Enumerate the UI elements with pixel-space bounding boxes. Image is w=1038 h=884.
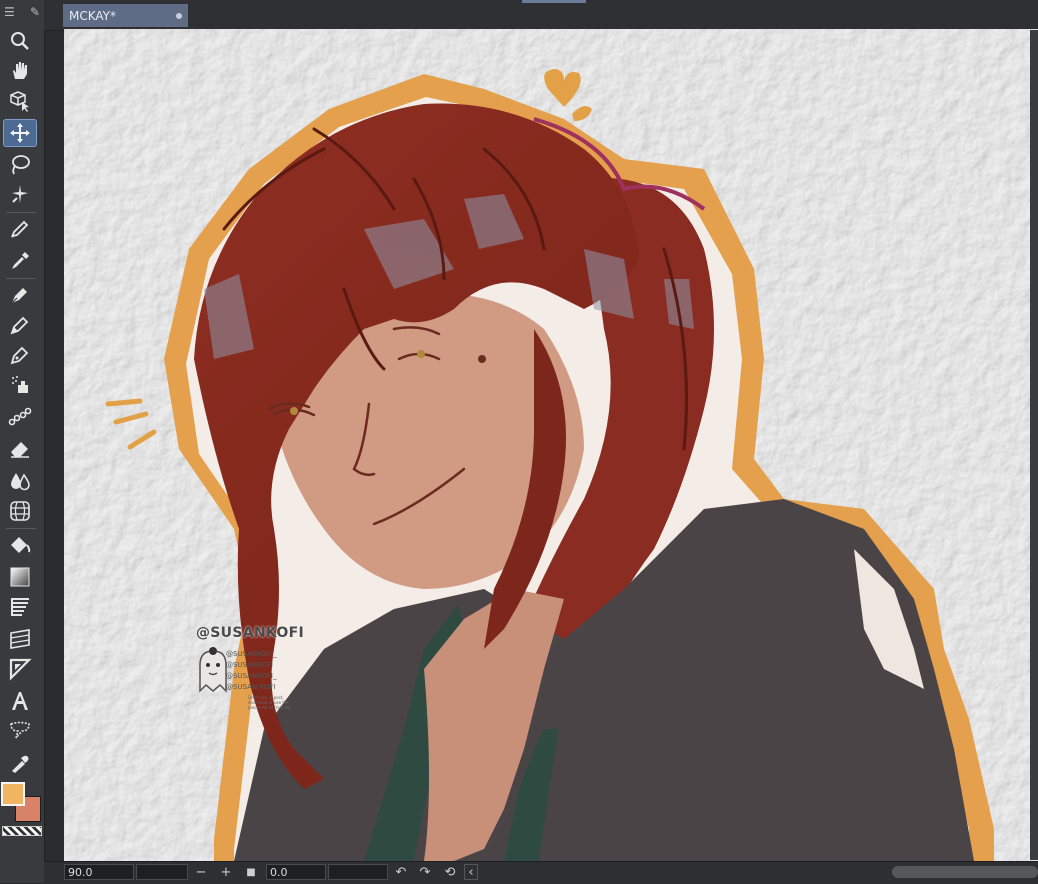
watermark-ai-note: Don't use, repost, download or use the p…	[248, 695, 290, 710]
grid-sphere-icon	[10, 501, 30, 521]
text-tool[interactable]	[4, 688, 36, 714]
magic-wand-icon	[12, 185, 28, 203]
scroll-left-button[interactable]: ‹	[464, 864, 478, 880]
watermark-handle-3: @SUSANKOFI_	[226, 672, 277, 680]
artist-watermark: @SUSANKOFI @SUSANKOFI_ @SUSANKOFI @SUSAN…	[196, 625, 306, 715]
toolbar-separator	[6, 278, 36, 279]
toolbar-header: ☰ ✎	[0, 0, 44, 24]
decoration-tool[interactable]	[4, 404, 36, 430]
pencil-tool[interactable]	[4, 312, 36, 338]
drawing-canvas[interactable]: @SUSANKOFI @SUSANKOFI_ @SUSANKOFI @SUSAN…	[64, 29, 1038, 861]
menu-icon[interactable]: ☰	[4, 5, 15, 19]
airbrush-icon	[12, 376, 28, 393]
watermark-handle-4: @SUSAN-KOFI	[226, 683, 276, 691]
illustration	[64, 29, 1038, 861]
airbrush-tool[interactable]	[4, 372, 36, 398]
transparent-color-swatch[interactable]	[2, 826, 42, 836]
hand-icon	[13, 62, 27, 79]
rotation-field[interactable]: 0.0	[266, 864, 326, 880]
ghost-mascot-icon	[199, 647, 227, 693]
close-tab-icon[interactable]	[176, 12, 182, 19]
move-arrows-icon	[10, 123, 30, 143]
speech-balloon-tool[interactable]	[4, 718, 36, 744]
panel-marker	[522, 0, 586, 3]
speech-balloon-icon	[10, 721, 30, 739]
paint-bucket-icon	[11, 537, 31, 553]
right-iris	[417, 350, 425, 358]
brush-tool[interactable]	[4, 342, 36, 368]
document-tab-bar: MCKAY*	[44, 0, 1038, 31]
fill-tool[interactable]	[4, 532, 36, 558]
rotate-left-button[interactable]: ↶	[393, 863, 409, 881]
line-pen-icon	[12, 755, 29, 773]
watermark-handle-1: @SUSANKOFI_	[226, 650, 277, 658]
ear-mark	[478, 355, 486, 363]
zoom-in-button[interactable]: +	[218, 863, 234, 881]
zoom-tool[interactable]	[4, 28, 36, 54]
hand-tool[interactable]	[4, 58, 36, 84]
blend-tool[interactable]	[4, 468, 36, 494]
gradient-tool[interactable]	[4, 564, 36, 590]
navigator-status-bar: 90.0 − + ■ 0.0 ↶ ↷ ⟲ ‹	[44, 861, 1038, 884]
toolbar-separator	[6, 212, 36, 213]
decoration-chain-icon	[8, 407, 32, 426]
lasso-icon	[12, 155, 30, 175]
water-drops-icon	[11, 473, 30, 491]
magic-wand-tool[interactable]	[4, 182, 36, 208]
left-iris	[290, 407, 298, 415]
eyedropper-icon	[12, 252, 29, 269]
brush-icon[interactable]: ✎	[30, 5, 40, 19]
brush-nib-icon	[10, 346, 29, 365]
pencil-outline-icon	[11, 220, 29, 238]
eraser-tool[interactable]	[4, 436, 36, 462]
object-tool[interactable]	[4, 88, 36, 114]
pencil-nib-icon	[10, 316, 29, 335]
document-tab[interactable]: MCKAY*	[63, 4, 188, 27]
vertical-scrollbar[interactable]	[1030, 30, 1038, 860]
zoom-slider[interactable]	[136, 864, 188, 880]
reset-rotation-button[interactable]: ⟲	[442, 863, 458, 881]
fit-button[interactable]: ■	[243, 863, 259, 881]
toolbar-separator	[6, 528, 36, 529]
ruler-tool[interactable]	[4, 626, 36, 652]
balloon-tool[interactable]	[4, 656, 36, 682]
pen-tool[interactable]	[4, 282, 36, 308]
tool-palette: ☰ ✎	[0, 0, 45, 883]
lasso-tool[interactable]	[4, 152, 36, 178]
eyedropper-tool[interactable]	[4, 248, 36, 274]
watermark-main-handle: @SUSANKOFI	[196, 625, 304, 641]
watermark-handles: @SUSANKOFI_ @SUSANKOFI @SUSANKOFI_ @SUSA…	[226, 649, 276, 693]
line-tool[interactable]	[4, 750, 36, 776]
gradient-square-icon	[10, 567, 30, 587]
frame-lines-icon	[11, 598, 29, 616]
correct-line-tool[interactable]	[4, 216, 36, 242]
zoom-out-button[interactable]: −	[193, 863, 209, 881]
magnifier-icon	[11, 32, 29, 50]
triangle-ruler-icon	[9, 658, 32, 681]
watermark-handle-2: @SUSANKOFI	[226, 661, 273, 669]
cube-pointer-icon	[10, 91, 29, 112]
rotation-slider[interactable]	[328, 864, 388, 880]
pen-nib-icon	[11, 288, 27, 304]
zoom-level-field[interactable]: 90.0	[64, 864, 134, 880]
eraser-icon	[11, 442, 29, 458]
figure-tool[interactable]	[4, 498, 36, 524]
main-color-swatch[interactable]	[1, 782, 25, 806]
frame-tool[interactable]	[4, 594, 36, 620]
rotate-right-button[interactable]: ↷	[417, 863, 433, 881]
horizontal-scrollbar[interactable]	[892, 866, 1038, 878]
move-layer-tool[interactable]	[3, 119, 37, 147]
ruler-grid-icon	[10, 629, 30, 649]
document-tab-title: MCKAY*	[69, 8, 116, 23]
text-a-icon	[12, 692, 28, 710]
